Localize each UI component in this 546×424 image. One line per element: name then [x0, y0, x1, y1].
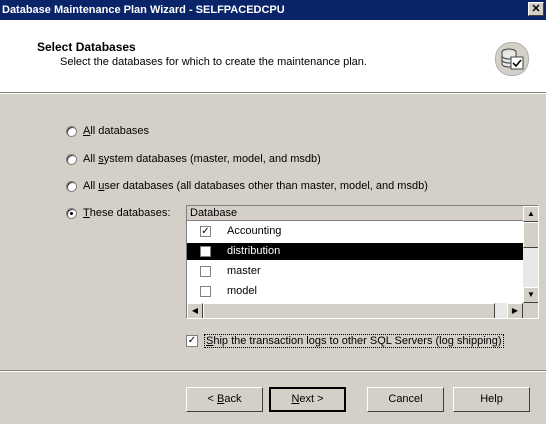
scroll-up-button[interactable]: ▲	[523, 206, 538, 222]
scroll-right-button[interactable]: ▶	[507, 303, 523, 318]
footer-divider	[0, 370, 546, 372]
radio-these-label: These databases:	[83, 207, 171, 219]
header-divider	[0, 92, 546, 94]
scroll-left-button[interactable]: ◀	[187, 303, 203, 318]
wizard-header: Select Databases Select the databases fo…	[0, 20, 546, 92]
row-checkbox[interactable]: ✓	[200, 226, 211, 237]
database-list[interactable]: Database ✓ Accounting distribution maste…	[186, 205, 539, 319]
database-name: model	[227, 285, 257, 297]
list-item[interactable]: master	[187, 263, 523, 280]
row-checkbox[interactable]	[200, 246, 211, 257]
next-button[interactable]: Next >	[269, 387, 346, 412]
scroll-thumb[interactable]	[203, 303, 495, 318]
list-item[interactable]: model	[187, 283, 523, 300]
scroll-down-button[interactable]: ▼	[523, 287, 538, 303]
radio-all-label: All databases	[83, 125, 150, 137]
database-column-header[interactable]: Database	[187, 206, 523, 221]
close-icon: ✕	[531, 3, 541, 15]
scroll-corner	[523, 303, 538, 318]
radio-system-databases[interactable]: All system databases (master, model, and…	[66, 151, 321, 167]
radio-button[interactable]	[66, 153, 77, 165]
wizard-window: Database Maintenance Plan Wizard - SELFP…	[0, 0, 546, 424]
log-shipping-checkbox-row[interactable]: ✓ Ship the transaction logs to other SQL…	[186, 334, 504, 348]
radio-these-databases[interactable]: These databases:	[66, 205, 170, 221]
log-shipping-label: Ship the transaction logs to other SQL S…	[204, 334, 504, 348]
database-name: master	[227, 265, 261, 277]
vertical-scrollbar[interactable]: ▲ ▼	[523, 206, 538, 303]
scroll-thumb[interactable]	[523, 222, 538, 248]
log-shipping-checkbox[interactable]: ✓	[186, 335, 198, 347]
radio-user-label: All user databases (all databases other …	[83, 180, 428, 192]
radio-button[interactable]	[66, 207, 77, 219]
database-check-icon	[495, 42, 529, 76]
database-name: distribution	[227, 245, 281, 257]
radio-system-label: All system databases (master, model, and…	[83, 153, 321, 165]
page-title: Select Databases	[37, 40, 136, 54]
close-button[interactable]: ✕	[528, 2, 544, 16]
help-button[interactable]: Help	[453, 387, 530, 412]
back-button[interactable]: < Back	[186, 387, 263, 412]
list-item[interactable]: distribution	[187, 243, 523, 260]
window-title: Database Maintenance Plan Wizard - SELFP…	[2, 4, 285, 16]
radio-all-databases[interactable]: All databases	[66, 123, 149, 139]
database-name: Accounting	[227, 225, 282, 237]
radio-button[interactable]	[66, 125, 77, 137]
horizontal-scrollbar[interactable]: ◀ ▶	[187, 303, 523, 318]
radio-user-databases[interactable]: All user databases (all databases other …	[66, 178, 428, 194]
title-bar: Database Maintenance Plan Wizard - SELFP…	[0, 0, 546, 20]
row-checkbox[interactable]	[200, 266, 211, 277]
page-subtitle: Select the databases for which to create…	[60, 56, 367, 68]
radio-button[interactable]	[66, 180, 77, 192]
cancel-button[interactable]: Cancel	[367, 387, 444, 412]
list-item[interactable]: ✓ Accounting	[187, 223, 523, 240]
row-checkbox[interactable]	[200, 286, 211, 297]
